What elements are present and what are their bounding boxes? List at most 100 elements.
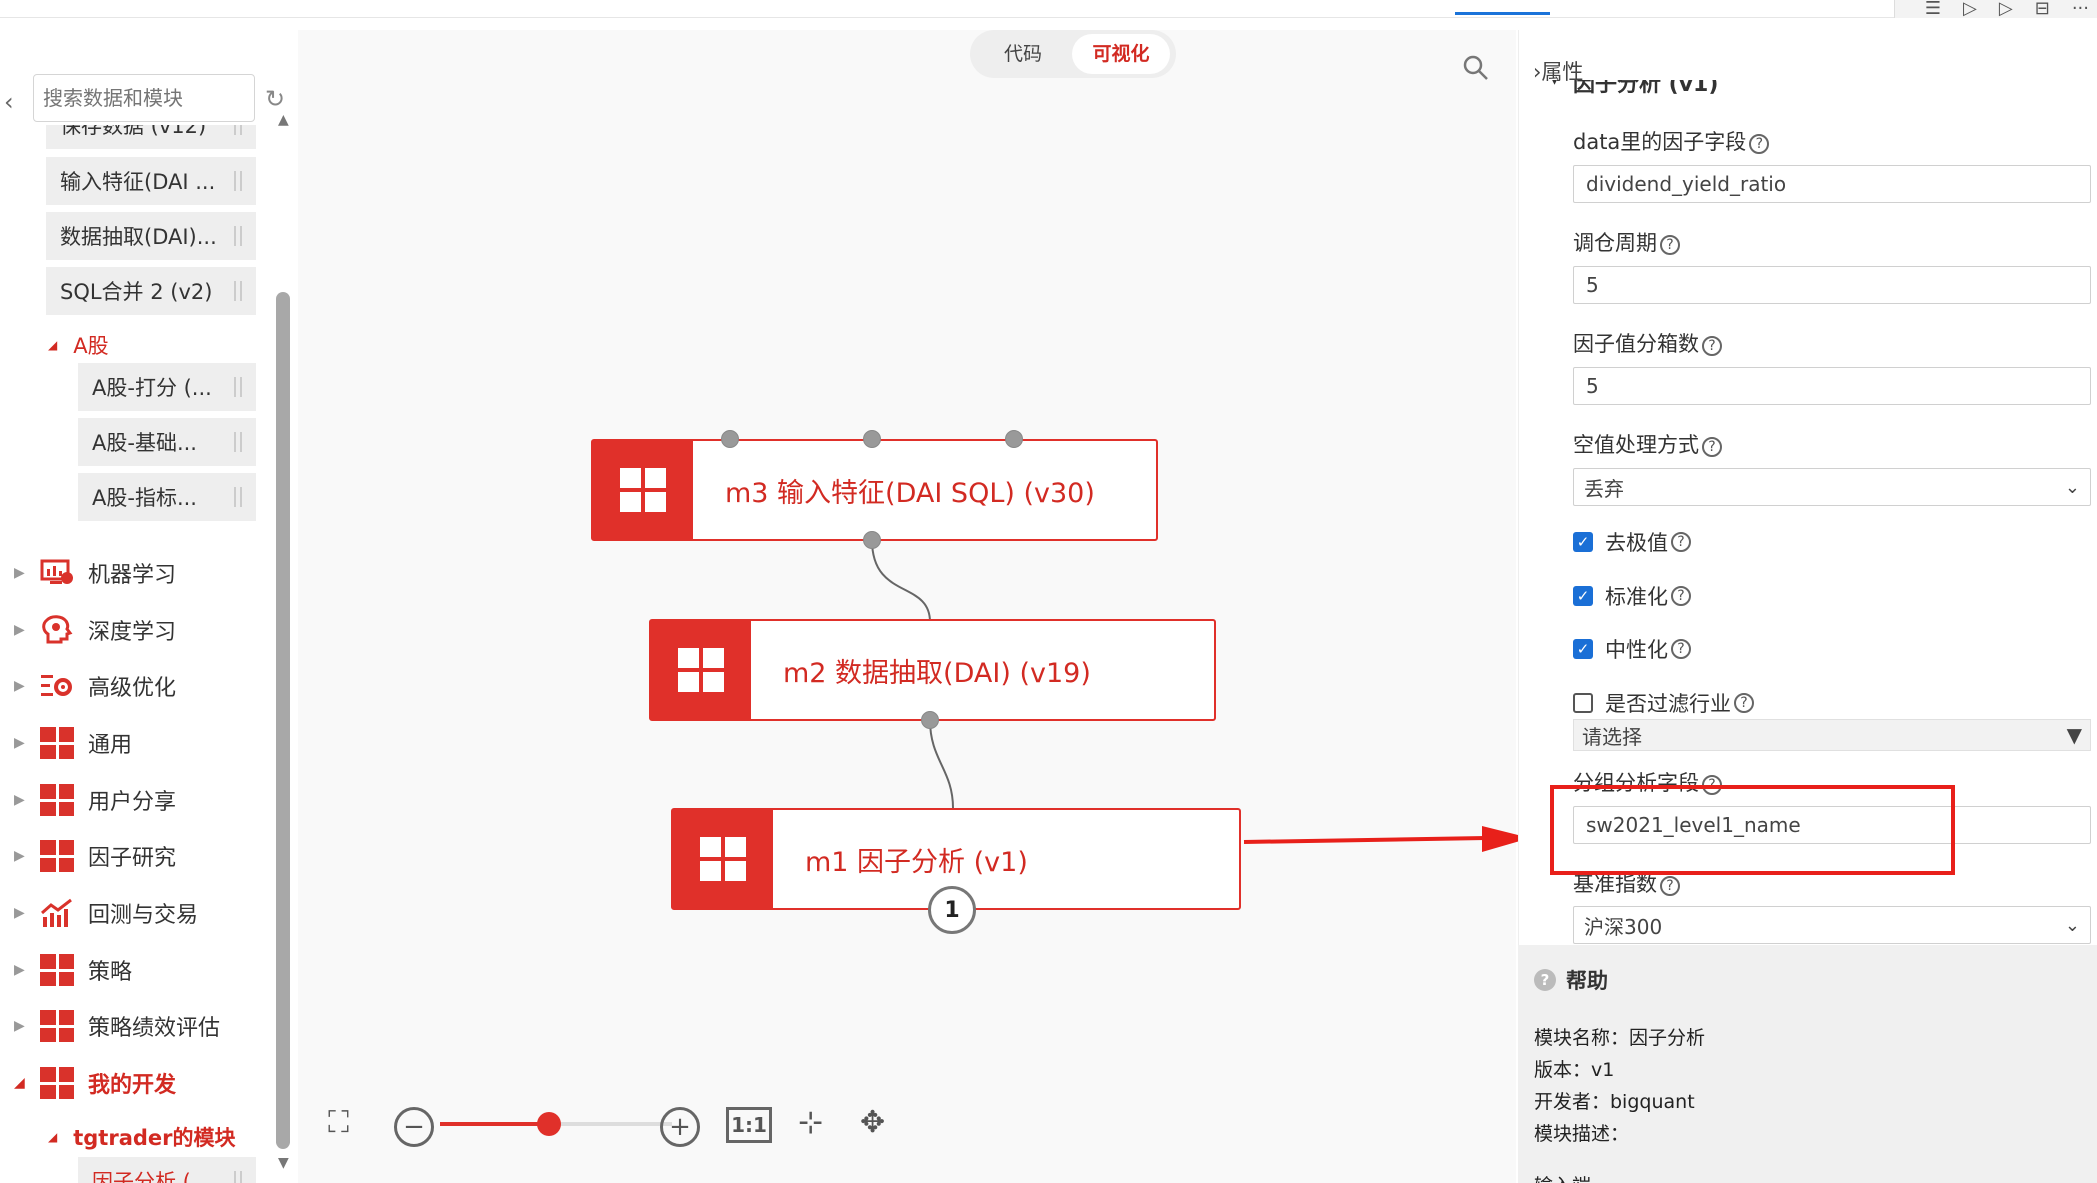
help-clipped-text: 输入端 <box>1534 1171 1591 1183</box>
category-machine-learning[interactable]: ▶ 机器学习 <box>14 553 176 593</box>
help-circle-icon[interactable]: ? <box>1671 532 1691 552</box>
run-from-here-icon[interactable]: ▷ <box>1999 0 2013 18</box>
drag-handle-icon[interactable] <box>234 377 242 397</box>
grid-icon <box>40 840 74 872</box>
industry-select[interactable]: 请选择 ▼ <box>1573 719 2091 751</box>
help-circle-icon[interactable]: ? <box>1702 437 1722 457</box>
category-advanced-optimization[interactable]: ▶ 高级优化 <box>14 666 176 706</box>
pan-move-icon[interactable]: ✥ <box>860 1105 885 1140</box>
node-label: m1 因子分析 (v1) <box>805 846 1028 878</box>
help-header[interactable]: ? 帮助 <box>1534 965 1608 995</box>
category-user-share[interactable]: ▶ 用户分享 <box>14 780 176 820</box>
split-icon[interactable]: ⊟ <box>2035 0 2050 18</box>
checkbox-checked-icon[interactable]: ✓ <box>1573 639 1593 659</box>
winsorize-checkbox[interactable]: ✓ 去极值? <box>1573 527 1691 557</box>
actual-size-button[interactable]: 1:1 <box>726 1107 772 1143</box>
null-handling-label: 空值处理方式? <box>1573 429 1722 459</box>
category-backtest-trading[interactable]: ▶ 回测与交易 <box>14 893 198 933</box>
zoom-out-button[interactable]: − <box>394 1107 434 1147</box>
category-factor-research[interactable]: ▶ 因子研究 <box>14 836 176 876</box>
module-item-data-extract[interactable]: 数据抽取(DAI)... <box>46 212 256 260</box>
canvas-search-icon[interactable] <box>1462 54 1490 89</box>
checkbox-checked-icon[interactable]: ✓ <box>1573 586 1593 606</box>
drag-handle-icon[interactable] <box>234 487 242 507</box>
active-tab-indicator <box>1455 12 1550 15</box>
visual-view-button[interactable]: 可视化 <box>1072 34 1170 74</box>
workflow-canvas[interactable] <box>298 30 1516 1183</box>
module-item-sql-merge[interactable]: SQL合并 2 (v2) <box>46 267 256 315</box>
run-icon[interactable]: ▷ <box>1963 0 1977 18</box>
neutralize-checkbox[interactable]: ✓ 中性化? <box>1573 634 1691 664</box>
node-m3[interactable]: m3 输入特征(DAI SQL) (v30) <box>591 439 1158 541</box>
module-item-input-features[interactable]: 输入特征(DAI ... <box>46 157 256 205</box>
filter-industry-checkbox[interactable]: 是否过滤行业? <box>1573 688 1754 718</box>
module-item-factor-analysis[interactable]: 因子分析 (... <box>78 1157 256 1183</box>
help-circle-icon[interactable]: ? <box>1702 336 1722 356</box>
help-developer: 开发者：bigquant <box>1534 1091 1695 1113</box>
tree-group-label: tgtrader的模块 <box>73 1126 236 1150</box>
module-item-a-share-score[interactable]: A股-打分 (... <box>78 363 256 411</box>
code-view-button[interactable]: 代码 <box>974 34 1072 74</box>
checkbox-unchecked-icon[interactable] <box>1573 693 1593 713</box>
module-search-input[interactable] <box>33 74 255 122</box>
module-item-a-share-indicator[interactable]: A股-指标... <box>78 473 256 521</box>
more-icon[interactable]: ··· <box>2072 0 2089 18</box>
rebalance-period-input[interactable]: 5 <box>1573 266 2091 304</box>
help-circle-icon[interactable]: ? <box>1660 876 1680 896</box>
refresh-icon[interactable]: ↻ <box>265 85 285 113</box>
zoom-in-button[interactable]: + <box>660 1107 700 1147</box>
node-m2[interactable]: m2 数据抽取(DAI) (v19) <box>649 619 1216 721</box>
help-circle-icon[interactable]: ? <box>1671 639 1691 659</box>
top-toolbar: ☰ ▷ ▷ ⊟ ··· <box>0 0 2097 18</box>
category-deep-learning[interactable]: ▶ 深度学习 <box>14 610 176 650</box>
drag-handle-icon[interactable] <box>234 125 242 135</box>
help-circle-icon[interactable]: ? <box>1671 586 1691 606</box>
factor-field-input[interactable]: dividend_yield_ratio <box>1573 165 2091 203</box>
bins-input[interactable]: 5 <box>1573 367 2091 405</box>
output-count-badge[interactable]: 1 <box>928 886 976 934</box>
category-general[interactable]: ▶ 通用 <box>14 723 132 763</box>
help-circle-icon[interactable]: ? <box>1660 235 1680 255</box>
input-port[interactable] <box>721 430 739 448</box>
drag-handle-icon[interactable] <box>234 226 242 246</box>
select-placeholder: 请选择 <box>1582 724 1642 749</box>
null-handling-select[interactable]: 丢弃 ⌄ <box>1573 468 2091 506</box>
list-run-icon[interactable]: ☰ <box>1925 0 1941 18</box>
help-version: 版本：v1 <box>1534 1059 1615 1081</box>
output-port[interactable] <box>863 531 881 549</box>
tree-group-my-modules[interactable]: ◢ tgtrader的模块 <box>48 1117 236 1157</box>
output-port[interactable] <box>921 711 939 729</box>
drag-handle-icon[interactable] <box>234 281 242 301</box>
tree-group-a-share[interactable]: ◢ A股 <box>48 325 109 365</box>
fit-content-icon[interactable]: ⊹ <box>798 1105 823 1140</box>
scroll-down-icon[interactable]: ▼ <box>278 1155 289 1171</box>
benchmark-select[interactable]: 沪深300 ⌄ <box>1573 906 2091 944</box>
category-strategy[interactable]: ▶ 策略 <box>14 950 132 990</box>
input-port[interactable] <box>863 430 881 448</box>
zoom-slider-knob[interactable] <box>537 1112 562 1136</box>
module-sidebar: ‹ ↻ 保存数据 (v12) 输入特征(DAI ... 数据抽取(DAI)...… <box>0 30 295 1183</box>
module-item-a-share-basic[interactable]: A股-基础... <box>78 418 256 466</box>
category-strategy-evaluation[interactable]: ▶ 策略绩效评估 <box>14 1006 220 1046</box>
drag-handle-icon[interactable] <box>234 432 242 452</box>
help-circle-icon[interactable]: ? <box>1734 693 1754 713</box>
collapse-sidebar-icon[interactable]: ‹ <box>4 88 14 116</box>
module-item-label: 因子分析 (... <box>92 1170 211 1183</box>
fit-screen-icon[interactable]: ⛶ <box>328 1105 349 1140</box>
module-item-save-data[interactable]: 保存数据 (v12) <box>46 125 256 149</box>
scroll-up-icon[interactable]: ▲ <box>278 112 289 128</box>
expanded-triangle-icon: ◢ <box>48 1130 58 1144</box>
module-item-label: SQL合并 2 (v2) <box>60 280 213 304</box>
drag-handle-icon[interactable] <box>234 1171 242 1183</box>
module-item-label: A股-打分 (... <box>92 376 212 400</box>
help-circle-icon: ? <box>1534 969 1556 991</box>
sidebar-scrollbar-thumb[interactable] <box>276 292 290 1149</box>
checkbox-checked-icon[interactable]: ✓ <box>1573 532 1593 552</box>
bins-label: 因子值分箱数? <box>1573 328 1722 358</box>
help-circle-icon[interactable]: ? <box>1749 134 1770 154</box>
advanced-optimization-icon <box>40 670 74 702</box>
drag-handle-icon[interactable] <box>234 171 242 191</box>
standardize-checkbox[interactable]: ✓ 标准化? <box>1573 581 1691 611</box>
input-port[interactable] <box>1005 430 1023 448</box>
category-my-development[interactable]: ◢ 我的开发 <box>14 1063 176 1103</box>
